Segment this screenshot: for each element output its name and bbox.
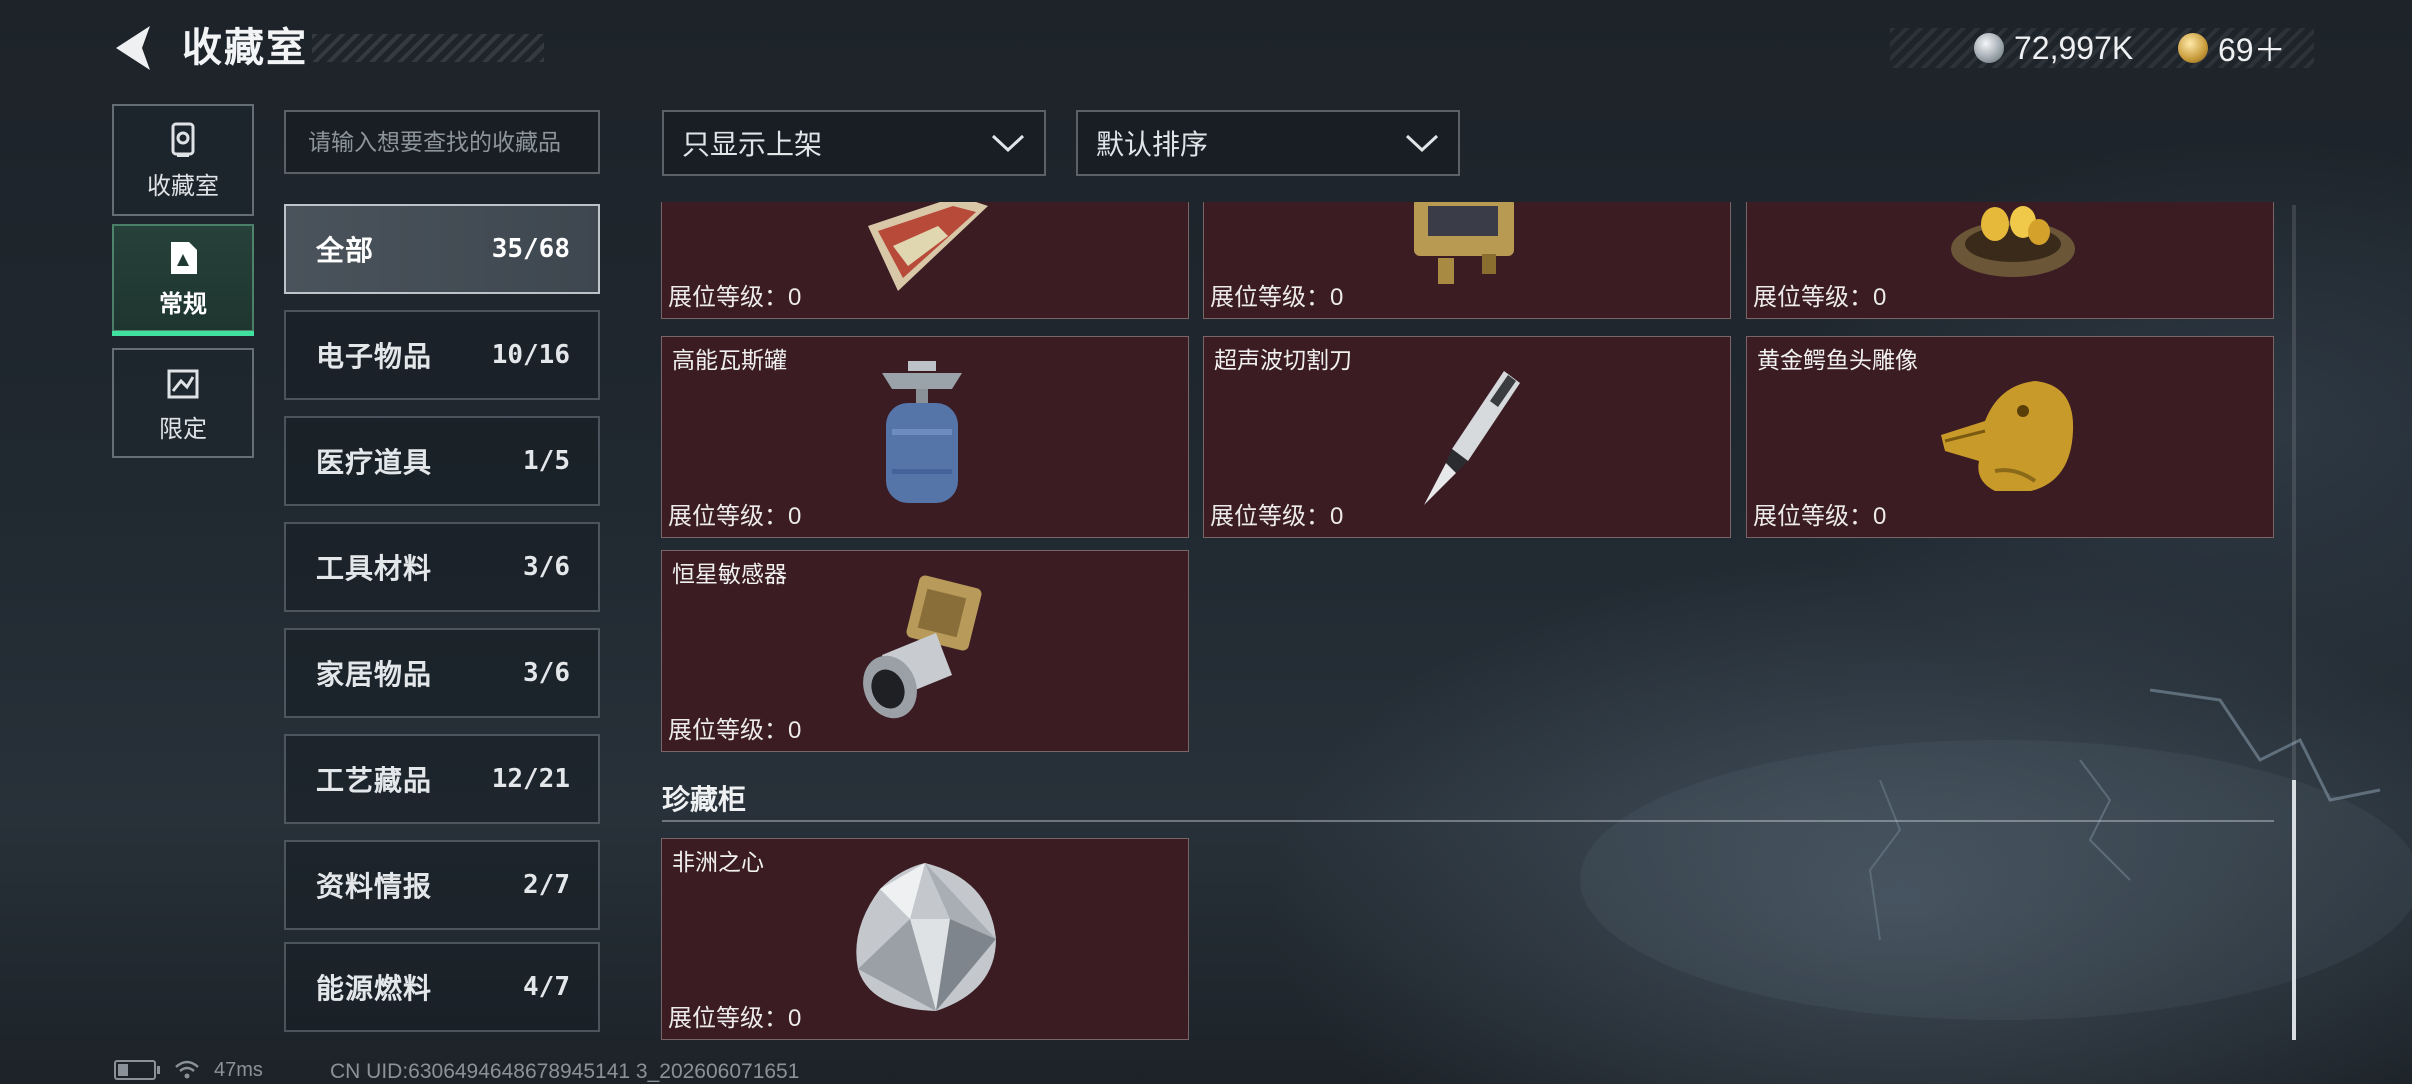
rail-regular[interactable]: 常规	[112, 224, 254, 336]
rail-collection-room[interactable]: 收藏室	[112, 104, 254, 216]
chevron-down-icon	[991, 134, 1025, 153]
painted-card-icon	[868, 202, 988, 291]
display-level: 展位等级：0	[668, 284, 802, 311]
title-decoration	[312, 34, 544, 62]
collection-card[interactable]: 展位等级：0	[1746, 202, 2274, 319]
battery-icon	[114, 1060, 160, 1080]
display-level: 展位等级：0	[668, 503, 802, 530]
section-divider	[662, 820, 2274, 822]
back-arrow-icon	[116, 26, 150, 70]
silver-currency: 72,997K	[1974, 28, 2133, 68]
display-level: 展位等级：0	[1753, 503, 1887, 530]
display-level: 展位等级：0	[1753, 284, 1887, 311]
rail-label: 限定	[159, 415, 207, 443]
category-count: 1/5	[523, 446, 570, 476]
collection-card[interactable]: 超声波切割刀 展位等级：0	[1203, 336, 1731, 538]
gold-device-icon	[1414, 202, 1514, 284]
category-medical[interactable]: 医疗道具 1/5	[284, 416, 600, 506]
wifi-icon	[175, 1060, 199, 1079]
item-name: 非洲之心	[672, 849, 764, 875]
rail-label: 收藏室	[147, 172, 219, 200]
back-button[interactable]	[110, 22, 160, 74]
sort-dropdown[interactable]: 默认排序	[1076, 110, 1460, 176]
collection-card[interactable]: 恒星敏感器 展位等级：0	[661, 550, 1189, 752]
top-header: 收藏室 72,997K 69＋	[0, 0, 2412, 100]
ultrasonic-cutter-icon	[1424, 371, 1520, 505]
golden-crocodile-statue-icon	[1941, 381, 2074, 491]
category-name: 工具材料	[316, 553, 433, 584]
collection-card[interactable]: 黄金鳄鱼头雕像 展位等级：0	[1746, 336, 2274, 538]
collection-card[interactable]: 高能瓦斯罐 展位等级：0	[661, 336, 1189, 538]
category-household[interactable]: 家居物品 3/6	[284, 628, 600, 718]
item-name: 恒星敏感器	[672, 561, 787, 587]
category-name: 医疗道具	[316, 447, 433, 478]
category-intel[interactable]: 资料情报 2/7	[284, 840, 600, 930]
category-electronics[interactable]: 电子物品 10/16	[284, 310, 600, 400]
collection-room-icon	[171, 122, 195, 157]
search-input[interactable]	[286, 112, 598, 172]
rail-limited[interactable]: 限定	[112, 348, 254, 458]
star-sensor-icon	[863, 575, 982, 719]
chevron-down-icon	[1405, 134, 1439, 153]
regular-collection-icon	[171, 241, 197, 274]
display-level: 展位等级：0	[668, 1005, 802, 1032]
collection-card[interactable]: 展位等级：0	[661, 202, 1189, 319]
category-fuel[interactable]: 能源燃料 4/7	[284, 942, 600, 1032]
item-name: 高能瓦斯罐	[672, 347, 787, 373]
category-count: 2/7	[523, 870, 570, 900]
gold-coin-icon	[2178, 33, 2208, 63]
category-name: 全部	[316, 235, 375, 266]
sort-value: 默认排序	[1096, 129, 1209, 160]
category-count: 3/6	[523, 552, 570, 582]
category-crafts[interactable]: 工艺藏品 12/21	[284, 734, 600, 824]
category-name: 工艺藏品	[316, 765, 433, 796]
gold-currency-value: 69＋	[2218, 32, 2286, 68]
display-filter-dropdown[interactable]: 只显示上架	[662, 110, 1046, 176]
category-count: 12/21	[491, 764, 570, 794]
collection-card[interactable]: 非洲之心 展位等级：0	[661, 838, 1189, 1040]
diamond-icon	[856, 863, 996, 1011]
search-field[interactable]	[284, 110, 600, 174]
category-count: 35/68	[491, 234, 570, 264]
category-all[interactable]: 全部 35/68	[284, 204, 600, 294]
category-name: 资料情报	[316, 871, 433, 902]
silver-currency-value: 72,997K	[2014, 29, 2134, 66]
user-uid: CN UID:6306494648678945141 3_20260607165…	[330, 1060, 800, 1083]
item-name: 超声波切割刀	[1214, 347, 1352, 373]
category-count: 10/16	[491, 340, 570, 370]
category-tools[interactable]: 工具材料 3/6	[284, 522, 600, 612]
category-name: 能源燃料	[316, 973, 433, 1004]
limited-collection-icon	[167, 369, 199, 398]
scrollbar-thumb[interactable]	[2292, 780, 2296, 1040]
rail-label: 常规	[159, 290, 207, 318]
ping-value: 47ms	[214, 1058, 263, 1081]
display-filter-value: 只显示上架	[682, 129, 823, 160]
display-level: 展位等级：0	[668, 717, 802, 744]
category-name: 家居物品	[316, 659, 433, 690]
grid-scrollbar[interactable]	[2292, 205, 2296, 1040]
gold-currency[interactable]: 69＋	[2178, 28, 2286, 68]
collection-card[interactable]: 展位等级：0	[1203, 202, 1731, 319]
golden-egg-nest-icon	[1951, 206, 2075, 277]
gas-canister-icon	[882, 361, 962, 503]
item-name: 黄金鳄鱼头雕像	[1757, 347, 1918, 373]
vault-section-title: 珍藏柜	[662, 784, 747, 815]
category-count: 4/7	[523, 972, 570, 1002]
category-count: 3/6	[523, 658, 570, 688]
category-name: 电子物品	[316, 341, 433, 372]
display-level: 展位等级：0	[1210, 503, 1344, 530]
page-title: 收藏室	[182, 26, 308, 70]
status-footer: 47ms	[114, 1058, 263, 1082]
silver-coin-icon	[1974, 33, 2004, 63]
display-level: 展位等级：0	[1210, 284, 1344, 311]
